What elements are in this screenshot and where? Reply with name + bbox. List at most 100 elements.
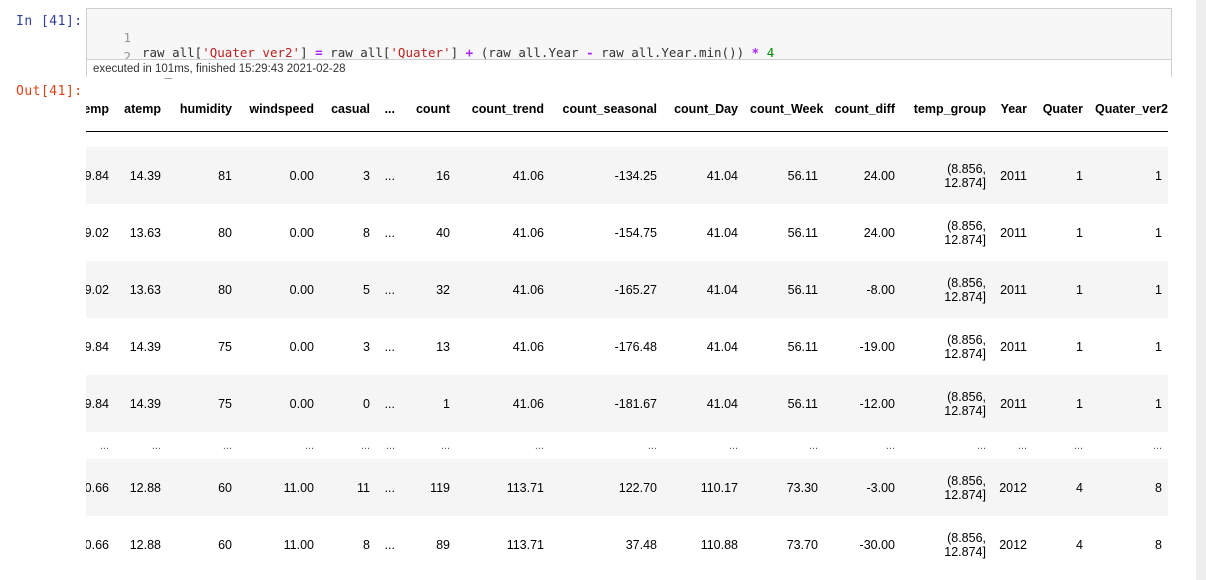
- table-cell: 2011: [992, 318, 1033, 375]
- table-cell: ...: [1033, 432, 1089, 459]
- table-cell: (8.856, 12.874]: [901, 516, 992, 573]
- table-cell: 113.71: [456, 459, 550, 516]
- table-cell: 9.02: [86, 261, 115, 318]
- table-row: 10.6612.886011.0011...119113.71122.70110…: [86, 459, 1168, 516]
- code-string: 'Quater': [390, 45, 451, 60]
- table-cell: 8: [1089, 516, 1168, 573]
- table-cell: 1: [401, 375, 456, 432]
- table-cell: 8: [320, 516, 376, 573]
- table-cell: -154.75: [550, 204, 663, 261]
- table-cell: 0.00: [238, 261, 320, 318]
- table-cell: 9.84: [86, 318, 115, 375]
- table-cell: 24.00: [824, 147, 901, 204]
- interval-value: (8.856, 12.874]: [944, 218, 986, 247]
- table-cell: 12.88: [115, 459, 167, 516]
- table-cell: ...: [901, 432, 992, 459]
- code-operator: -: [586, 45, 594, 60]
- table-cell: ...: [86, 432, 115, 459]
- table-cell: 56.11: [744, 261, 824, 318]
- table-cell: 73.30: [744, 459, 824, 516]
- table-cell: 4: [1033, 516, 1089, 573]
- table-cell: ...: [663, 432, 744, 459]
- table-cell: 56.11: [744, 147, 824, 204]
- table-cell: ...: [456, 432, 550, 459]
- spacer-cell: [901, 131, 992, 147]
- table-cell: 11: [320, 459, 376, 516]
- table-cell: ...: [992, 432, 1033, 459]
- table-cell: -165.27: [550, 261, 663, 318]
- spacer-cell: [456, 131, 550, 147]
- table-cell: ...: [824, 432, 901, 459]
- code-text[interactable]: raw_all['Quater_ver2'] = raw_all['Quater…: [142, 45, 774, 60]
- header-spacer: [86, 131, 1168, 147]
- table-cell: 41.04: [663, 375, 744, 432]
- table-cell: -3.00: [824, 459, 901, 516]
- code-line[interactable]: 2 raw_all: [87, 34, 194, 79]
- table-cell: 8: [1089, 459, 1168, 516]
- interval-value: (8.856, 12.874]: [944, 332, 986, 361]
- table-cell: 10.66: [86, 516, 115, 573]
- table-cell: 1: [1033, 261, 1089, 318]
- column-header: Quater: [1033, 90, 1089, 132]
- column-header: ...: [376, 90, 401, 132]
- code-line[interactable]: 1 raw_all['Quater_ver2'] = raw_all['Quat…: [87, 15, 774, 60]
- dataframe-table: tempatemphumiditywindspeedcasual...count…: [86, 90, 1168, 573]
- spacer-cell: [1033, 131, 1089, 147]
- table-cell: 75: [167, 375, 238, 432]
- table-cell: 14.39: [115, 147, 167, 204]
- table-cell: 13: [401, 318, 456, 375]
- table-cell: 2011: [992, 261, 1033, 318]
- table-cell: 73.70: [744, 516, 824, 573]
- spacer-cell: [550, 131, 663, 147]
- table-cell: -30.00: [824, 516, 901, 573]
- table-cell: 56.11: [744, 375, 824, 432]
- interval-value: (8.856, 12.874]: [944, 530, 986, 559]
- table-cell: ...: [376, 204, 401, 261]
- table-cell: ...: [376, 318, 401, 375]
- spacer-cell: [744, 131, 824, 147]
- table-cell: 10.66: [86, 459, 115, 516]
- table-cell: 24.00: [824, 204, 901, 261]
- table-cell: 0.00: [238, 375, 320, 432]
- table-cell: 13.63: [115, 204, 167, 261]
- header-row: tempatemphumiditywindspeedcasual...count…: [86, 90, 1168, 132]
- table-cell: (8.856, 12.874]: [901, 204, 992, 261]
- table-cell: ...: [320, 432, 376, 459]
- table-cell: 14.39: [115, 375, 167, 432]
- table-cell: 110.17: [663, 459, 744, 516]
- table-cell: (8.856, 12.874]: [901, 147, 992, 204]
- table-cell: 2012: [992, 459, 1033, 516]
- interval-value: (8.856, 12.874]: [944, 473, 986, 502]
- table-cell: 0.00: [238, 318, 320, 375]
- code-operator: +: [465, 45, 474, 60]
- scrollbar[interactable]: [1196, 0, 1206, 580]
- interval-value: (8.856, 12.874]: [944, 161, 986, 190]
- table-cell: ...: [376, 432, 401, 459]
- table-row: 9.84 14.39 75 0.00 3... 13 41.06 -176.48 41.04 56…: [86, 318, 1168, 375]
- column-header: casual: [320, 90, 376, 132]
- table-cell: 2011: [992, 147, 1033, 204]
- spacer-cell: [115, 131, 167, 147]
- dataframe-output[interactable]: tempatemphumiditywindspeedcasual...count…: [86, 90, 1172, 580]
- table-cell: -181.67: [550, 375, 663, 432]
- table-cell: 1: [1089, 147, 1168, 204]
- spacer-cell: [663, 131, 744, 147]
- table-cell: 80: [167, 261, 238, 318]
- table-cell: 12.88: [115, 516, 167, 573]
- table-cell: 41.04: [663, 261, 744, 318]
- table-cell: 1: [1033, 204, 1089, 261]
- table-cell: 3: [320, 147, 376, 204]
- table-cell: 119: [401, 459, 456, 516]
- ellipsis-row: ........................................…: [86, 432, 1168, 459]
- table-row: 9.02 13.63 80 0.00 5... 32 41.06 -165.27 41.04 56…: [86, 261, 1168, 318]
- table-cell: 41.04: [663, 147, 744, 204]
- table-cell: 41.06: [456, 261, 550, 318]
- column-header: count_Day: [663, 90, 744, 132]
- table-cell: ...: [376, 261, 401, 318]
- code-number: 4: [766, 45, 775, 60]
- column-header: atemp: [115, 90, 167, 132]
- table-cell: (8.856, 12.874]: [901, 318, 992, 375]
- table-cell: 11.00: [238, 459, 320, 516]
- table-row: 9.84 14.39 75 0.00 0... 1 41.06 -181.67 41.04 56.…: [86, 375, 1168, 432]
- code-cell[interactable]: 1 raw_all['Quater_ver2'] = raw_all['Quat…: [86, 8, 1172, 79]
